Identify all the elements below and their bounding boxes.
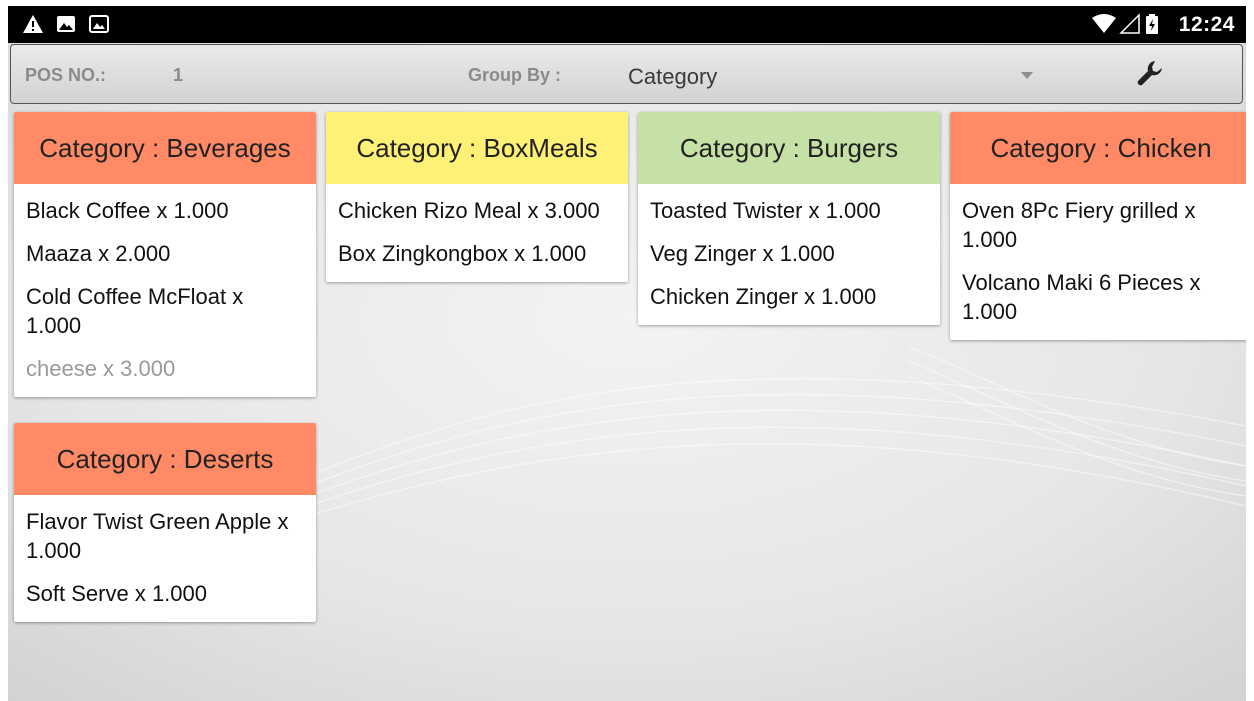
order-item[interactable]: Toasted Twister x 1.000 xyxy=(650,196,928,225)
order-item[interactable]: Black Coffee x 1.000 xyxy=(26,196,304,225)
category-title: Category : Deserts xyxy=(56,443,274,474)
status-bar: 12:24 xyxy=(8,6,1246,43)
pos-number-label: POS NO.: xyxy=(25,65,107,85)
wrench-icon[interactable] xyxy=(1135,57,1169,91)
category-card[interactable]: Category : Deserts Flavor Twist Green App… xyxy=(14,423,316,622)
wifi-icon xyxy=(1092,14,1116,33)
order-item[interactable]: Chicken Zinger x 1.000 xyxy=(650,282,928,311)
clock: 12:24 xyxy=(1178,13,1235,36)
category-card[interactable]: Category : Beverages Black Coffee x 1.000… xyxy=(14,112,316,397)
order-item[interactable]: cheese x 3.000 xyxy=(26,354,304,383)
category-title: Category : Chicken xyxy=(990,132,1212,163)
category-card-header: Category : Chicken xyxy=(950,112,1246,184)
order-item[interactable]: Volcano Maki 6 Pieces x 1.000 xyxy=(962,268,1240,326)
order-item[interactable]: Flavor Twist Green Apple x 1.000 xyxy=(26,507,304,565)
dropdown-arrow-icon xyxy=(1021,72,1033,79)
category-card-header: Category : BoxMeals xyxy=(326,112,628,184)
group-by-label: Group By : xyxy=(468,65,561,85)
top-toolbar: POS NO.: 1 Group By : Category xyxy=(10,44,1243,104)
group-by-selected-value: Category xyxy=(628,64,718,89)
order-item[interactable]: Oven 8Pc Fiery grilled x 1.000 xyxy=(962,196,1240,254)
order-item[interactable]: Box Zingkongbox x 1.000 xyxy=(338,239,616,268)
order-item[interactable]: Cold Coffee McFloat x 1.000 xyxy=(26,282,304,340)
category-card-header: Category : Beverages xyxy=(14,112,316,184)
category-title: Category : Burgers xyxy=(679,132,899,163)
category-card[interactable]: Category : Burgers Toasted Twister x 1.00… xyxy=(638,112,940,325)
order-item[interactable]: Chicken Rizo Meal x 3.000 xyxy=(338,196,616,225)
group-by-dropdown[interactable]: Category xyxy=(619,53,1039,97)
warning-icon xyxy=(23,15,43,33)
device-screen: 12:24 POS NO.: 1 Group By : Category Cat… xyxy=(8,6,1246,701)
category-item-list: Oven 8Pc Fiery grilled x 1.000 Volcano Ma… xyxy=(950,184,1246,326)
category-title: Category : BoxMeals xyxy=(356,132,598,163)
order-item[interactable]: Maaza x 2.000 xyxy=(26,239,304,268)
category-item-list: Flavor Twist Green Apple x 1.000 Soft Ser… xyxy=(14,495,316,608)
category-card[interactable]: Category : BoxMeals Chicken Rizo Meal x 3… xyxy=(326,112,628,282)
photo-icon xyxy=(89,15,109,33)
order-item[interactable]: Veg Zinger x 1.000 xyxy=(650,239,928,268)
category-card-header: Category : Burgers xyxy=(638,112,940,184)
pos-number-value: 1 xyxy=(173,65,184,85)
category-card-header: Category : Deserts xyxy=(14,423,316,495)
category-item-list: Chicken Rizo Meal x 3.000 Box Zingkongbox… xyxy=(326,184,628,268)
image-icon xyxy=(57,16,75,32)
category-title: Category : Beverages xyxy=(39,132,291,163)
signal-icon xyxy=(1119,13,1140,34)
category-item-list: Toasted Twister x 1.000 Veg Zinger x 1.00… xyxy=(638,184,940,311)
order-item[interactable]: Soft Serve x 1.000 xyxy=(26,579,304,608)
category-item-list: Black Coffee x 1.000 Maaza x 2.000 Cold Co… xyxy=(14,184,316,383)
category-card[interactable]: Category : Chicken Oven 8Pc Fiery grilled… xyxy=(950,112,1246,340)
battery-icon xyxy=(1146,14,1158,34)
